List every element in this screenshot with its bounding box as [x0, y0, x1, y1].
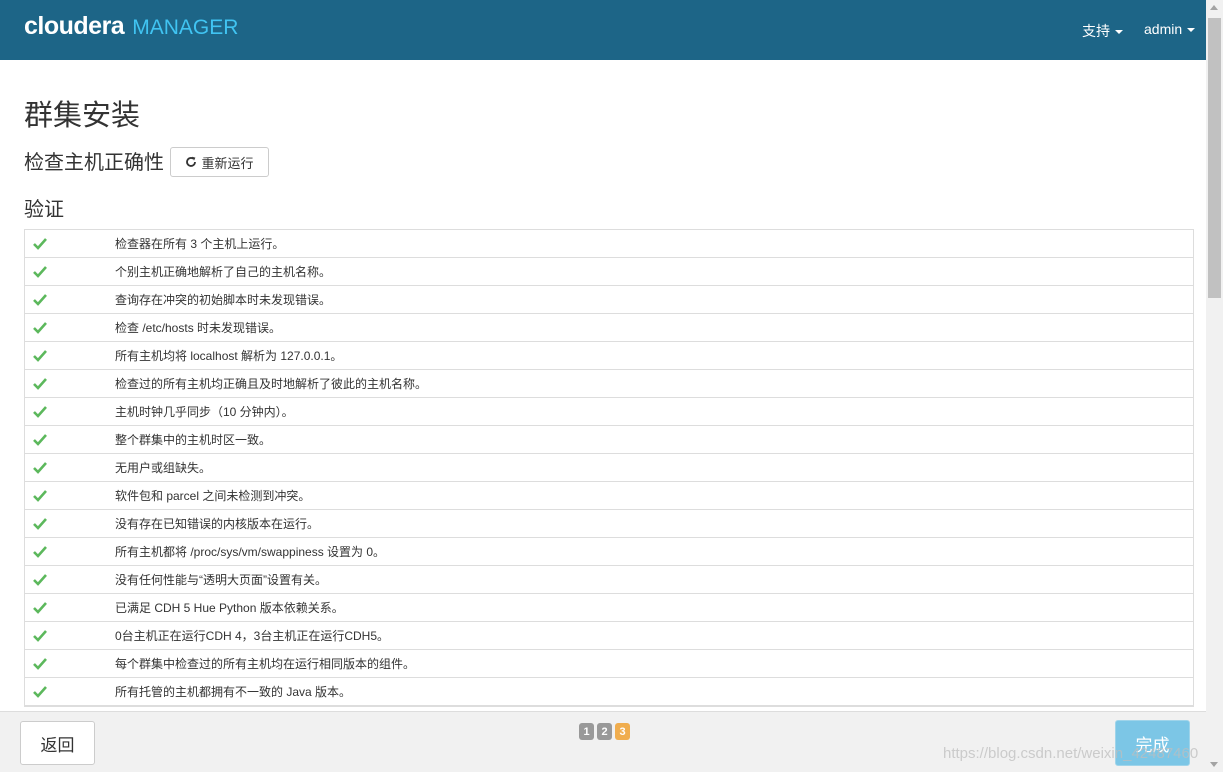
check-row: 检查器在所有 3 个主机上运行。	[25, 230, 1193, 258]
section-title-host-inspector: 检查主机正确性	[24, 152, 164, 174]
check-text: 0台主机正在运行CDH 4，3台主机正在运行CDH5。	[115, 629, 390, 643]
check-icon	[33, 490, 47, 502]
check-icon	[33, 686, 47, 698]
check-icon	[33, 518, 47, 530]
check-icon	[33, 602, 47, 614]
check-row: 整个群集中的主机时区一致。	[25, 426, 1193, 454]
check-row: 个别主机正确地解析了自己的主机名称。	[25, 258, 1193, 286]
check-icon	[33, 266, 47, 278]
rerun-button[interactable]: 重新运行	[170, 147, 269, 177]
check-icon	[33, 658, 47, 670]
step-badge-2[interactable]: 2	[597, 723, 612, 740]
check-row: 没有存在已知错误的内核版本在运行。	[25, 510, 1193, 538]
brand-cloudera-text: cloudera	[24, 12, 125, 40]
wizard-step-pager: 1 2 3	[579, 723, 630, 740]
admin-user-menu[interactable]: admin	[1144, 21, 1196, 37]
check-text: 检查过的所有主机均正确且及时地解析了彼此的主机名称。	[115, 377, 428, 391]
check-text: 已满足 CDH 5 Hue Python 版本依赖关系。	[115, 601, 344, 615]
rerun-button-label: 重新运行	[201, 155, 254, 171]
check-row: 已满足 CDH 5 Hue Python 版本依赖关系。	[25, 594, 1193, 622]
check-text: 检查器在所有 3 个主机上运行。	[115, 237, 285, 251]
validation-heading: 验证	[24, 199, 64, 221]
check-icon	[33, 238, 47, 250]
back-button-label: 返回	[40, 735, 75, 755]
check-row: 主机时钟几乎同步（10 分钟内）。	[25, 398, 1193, 426]
check-row: 所有主机均将 localhost 解析为 127.0.0.1。	[25, 342, 1193, 370]
scroll-up-arrow-icon[interactable]	[1210, 5, 1218, 10]
caret-down-icon	[1115, 30, 1123, 35]
cloudera-manager-logo[interactable]: cloudera MANAGER	[24, 12, 238, 46]
check-text: 检查 /etc/hosts 时未发现错误。	[115, 321, 282, 335]
check-row: 检查 /etc/hosts 时未发现错误。	[25, 314, 1193, 342]
check-text: 主机时钟几乎同步（10 分钟内）。	[115, 405, 294, 419]
caret-down-icon	[1187, 28, 1196, 33]
check-row: 查询存在冲突的初始脚本时未发现错误。	[25, 286, 1193, 314]
top-navbar: cloudera MANAGER 支持 admin	[0, 0, 1206, 60]
check-text: 软件包和 parcel 之间未检测到冲突。	[115, 489, 311, 503]
check-text: 所有主机均将 localhost 解析为 127.0.0.1。	[115, 349, 343, 363]
check-icon	[33, 378, 47, 390]
step-badge-3-current[interactable]: 3	[615, 723, 630, 740]
page-title: 群集安装	[24, 100, 141, 132]
check-text: 没有存在已知错误的内核版本在运行。	[115, 517, 320, 531]
check-icon	[33, 630, 47, 642]
check-icon	[33, 322, 47, 334]
refresh-icon	[186, 156, 197, 167]
check-row: 每个群集中检查过的所有主机均在运行相同版本的组件。	[25, 650, 1193, 678]
check-row: 0台主机正在运行CDH 4，3台主机正在运行CDH5。	[25, 622, 1193, 650]
watermark-text: https://blog.csdn.net/weixin_42487460	[943, 745, 1199, 762]
wizard-footer: 返回 1 2 3 完成 https://blog.csdn.net/weixin…	[0, 711, 1206, 772]
check-row: 没有任何性能与“透明大页面”设置有关。	[25, 566, 1193, 594]
scroll-down-arrow-icon[interactable]	[1210, 762, 1218, 767]
check-icon	[33, 574, 47, 586]
check-row: 无用户或组缺失。	[25, 454, 1193, 482]
step-badge-1[interactable]: 1	[579, 723, 594, 740]
check-text: 所有主机都将 /proc/sys/vm/swappiness 设置为 0。	[115, 545, 386, 559]
support-menu[interactable]: 支持	[1082, 21, 1123, 41]
scrollbar-thumb[interactable]	[1208, 18, 1221, 298]
check-icon	[33, 294, 47, 306]
admin-menu-label: admin	[1144, 21, 1183, 37]
check-row: 所有主机都将 /proc/sys/vm/swappiness 设置为 0。	[25, 538, 1193, 566]
check-icon	[33, 434, 47, 446]
support-menu-label: 支持	[1082, 23, 1110, 39]
check-row: 所有托管的主机都拥有不一致的 Java 版本。	[25, 678, 1193, 706]
check-text: 无用户或组缺失。	[115, 461, 212, 475]
check-text: 个别主机正确地解析了自己的主机名称。	[115, 265, 332, 279]
check-row: 检查过的所有主机均正确且及时地解析了彼此的主机名称。	[25, 370, 1193, 398]
brand-manager-text: MANAGER	[132, 16, 239, 39]
vertical-scrollbar[interactable]	[1206, 0, 1223, 772]
check-icon	[33, 350, 47, 362]
check-row: 软件包和 parcel 之间未检测到冲突。	[25, 482, 1193, 510]
validation-checks-list: 检查器在所有 3 个主机上运行。个别主机正确地解析了自己的主机名称。 查询存在冲突…	[24, 229, 1194, 707]
check-icon	[33, 406, 47, 418]
check-icon	[33, 462, 47, 474]
check-icon	[33, 546, 47, 558]
check-text: 没有任何性能与“透明大页面”设置有关。	[115, 573, 327, 587]
back-button[interactable]: 返回	[20, 721, 95, 765]
check-text: 查询存在冲突的初始脚本时未发现错误。	[115, 293, 332, 307]
check-text: 整个群集中的主机时区一致。	[115, 433, 272, 447]
check-text: 每个群集中检查过的所有主机均在运行相同版本的组件。	[115, 657, 416, 671]
check-text: 所有托管的主机都拥有不一致的 Java 版本。	[115, 685, 352, 699]
